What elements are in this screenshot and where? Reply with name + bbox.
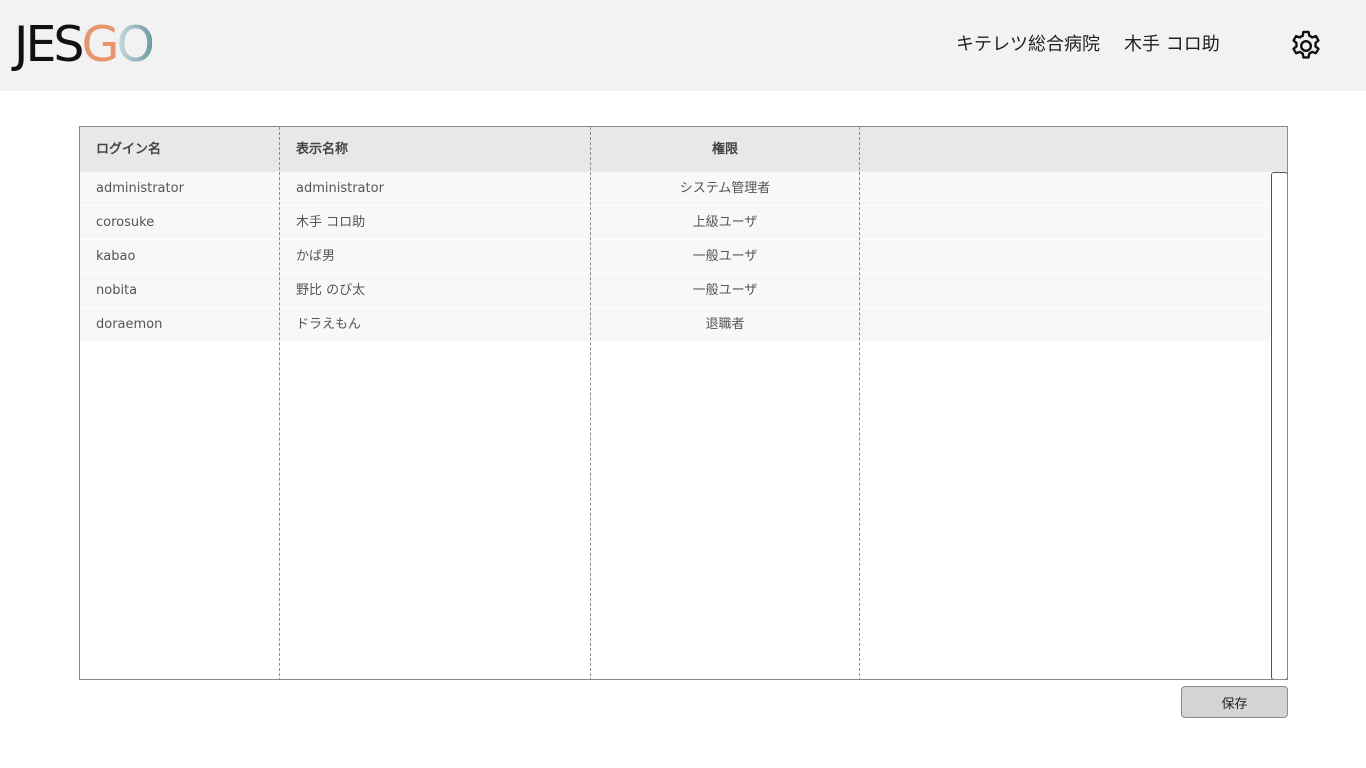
column-header-login[interactable]: ログイン名 xyxy=(96,127,161,172)
cell-display-name: かば男 xyxy=(296,249,336,264)
column-divider[interactable] xyxy=(859,127,860,679)
table-row[interactable]: corosuke 木手 コロ助 上級ユーザ xyxy=(80,206,1270,240)
cell-display-name: ドラえもん xyxy=(296,317,362,332)
cell-login: doraemon xyxy=(96,317,163,332)
cell-login: kabao xyxy=(96,249,136,264)
table-header: ログイン名 表示名称 権限 xyxy=(80,127,1287,172)
jesgo-logo: JESGO xyxy=(14,16,156,73)
table-row[interactable]: kabao かば男 一般ユーザ xyxy=(80,240,1270,274)
cell-display-name: 野比 のび太 xyxy=(296,283,366,298)
cell-login: corosuke xyxy=(96,215,155,230)
cell-role[interactable]: 一般ユーザ xyxy=(590,240,860,274)
cell-role[interactable]: システム管理者 xyxy=(590,172,860,206)
cell-login: administrator xyxy=(96,181,184,196)
column-header-display-name[interactable]: 表示名称 xyxy=(296,127,348,172)
cell-role[interactable]: 退職者 xyxy=(590,308,860,342)
cell-display-name: 木手 コロ助 xyxy=(296,215,366,230)
app-header: JESGO キテレツ総合病院 木手 コロ助 xyxy=(0,0,1366,91)
cell-role[interactable]: 一般ユーザ xyxy=(590,274,860,308)
save-button[interactable]: 保存 xyxy=(1181,686,1288,718)
cell-role[interactable]: 上級ユーザ xyxy=(590,206,860,240)
table-row[interactable]: doraemon ドラえもん 退職者 xyxy=(80,308,1270,342)
logo-letter: O xyxy=(116,16,156,73)
hospital-name: キテレツ総合病院 xyxy=(956,34,1100,55)
logo-letter: J xyxy=(14,16,29,73)
logo-letter: E xyxy=(25,16,56,73)
logo-letter: G xyxy=(81,16,120,73)
table-row[interactable]: administrator administrator システム管理者 xyxy=(80,172,1270,206)
user-table: ログイン名 表示名称 権限 administrator administrato… xyxy=(79,126,1288,680)
column-divider[interactable] xyxy=(590,127,591,679)
gear-icon[interactable] xyxy=(1288,28,1324,64)
logo-letter: S xyxy=(53,16,84,73)
table-row[interactable]: nobita 野比 のび太 一般ユーザ xyxy=(80,274,1270,308)
cell-login: nobita xyxy=(96,283,138,298)
column-divider[interactable] xyxy=(279,127,280,679)
table-body: administrator administrator システム管理者 coro… xyxy=(80,172,1270,342)
user-name: 木手 コロ助 xyxy=(1124,34,1220,55)
table-scrollbar[interactable] xyxy=(1271,172,1287,679)
column-header-role[interactable]: 権限 xyxy=(590,127,860,172)
cell-display-name: administrator xyxy=(296,181,384,196)
